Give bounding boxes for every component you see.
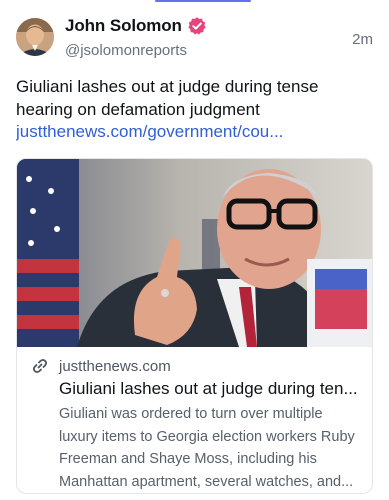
post-link[interactable]: justthenews.com/government/cou... bbox=[16, 121, 375, 144]
author-display-name[interactable]: John Solomon bbox=[65, 16, 182, 36]
card-domain: justthenews.com bbox=[59, 357, 171, 375]
post-timestamp: 2m bbox=[352, 31, 373, 48]
author-block: John Solomon @jsolomonreports bbox=[65, 16, 207, 59]
author-handle[interactable]: @jsolomonreports bbox=[65, 42, 207, 59]
card-image bbox=[17, 159, 372, 347]
scroll-indicator bbox=[155, 0, 251, 2]
avatar[interactable] bbox=[16, 18, 54, 56]
post-text: Giuliani lashes out at judge during tens… bbox=[16, 76, 375, 144]
card-description: Giuliani was ordered to turn over multip… bbox=[59, 406, 355, 490]
post-header: John Solomon @jsolomonreports 2m bbox=[16, 14, 373, 62]
card-title[interactable]: Giuliani lashes out at judge during ten.… bbox=[59, 378, 360, 400]
link-preview-card[interactable]: justthenews.com Giuliani lashes out at j… bbox=[16, 158, 373, 494]
card-body: justthenews.com Giuliani lashes out at j… bbox=[17, 355, 372, 493]
verified-check-icon bbox=[187, 16, 207, 36]
card-domain-row: justthenews.com bbox=[29, 355, 360, 377]
link-icon bbox=[31, 357, 49, 375]
post-body: Giuliani lashes out at judge during tens… bbox=[16, 77, 319, 119]
